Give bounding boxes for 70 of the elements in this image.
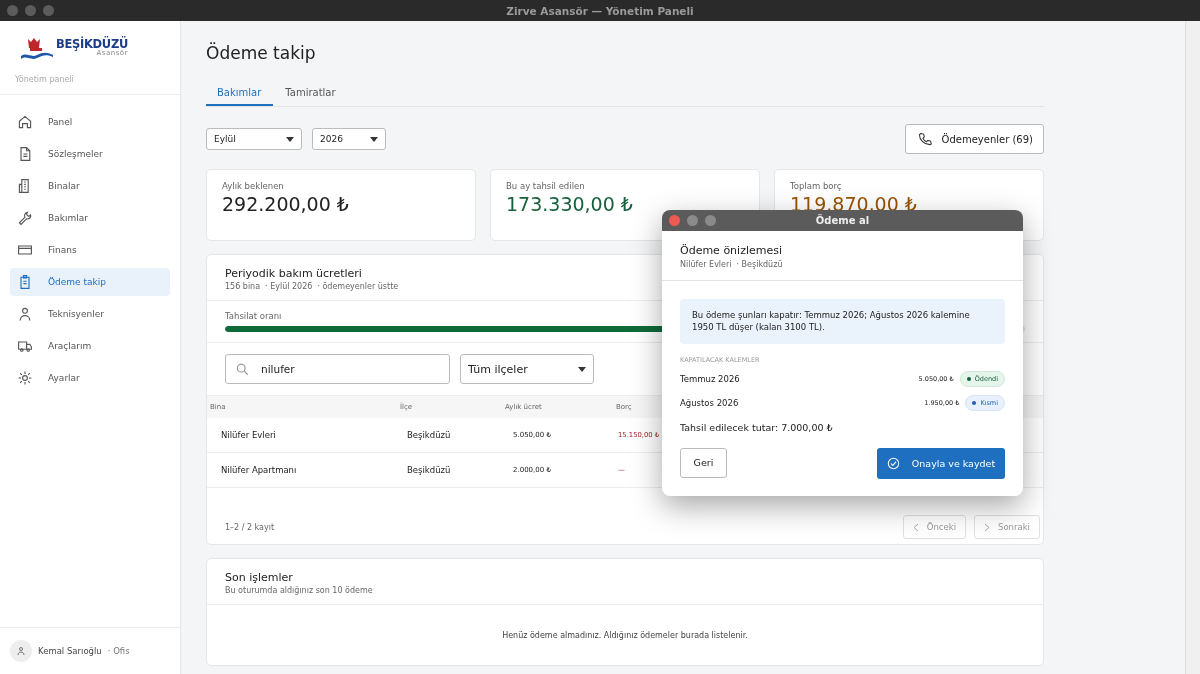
user-name: Kemal Sarıoğlu — [38, 646, 102, 656]
card-icon — [17, 242, 33, 258]
window-control[interactable] — [7, 5, 18, 16]
period-label: Ağustos 2026 — [680, 397, 740, 408]
stat-value: 173.330,00 ₺ — [506, 194, 633, 215]
nav-item[interactable]: Finans — [10, 236, 170, 264]
user-role: · Ofis — [107, 646, 130, 656]
nav-item[interactable]: Sözleşmeler — [10, 140, 170, 168]
unpaid-button[interactable]: Ödemeyenler (69) — [904, 124, 1044, 154]
table-cell: Beşikdüzü — [407, 430, 451, 440]
close-button[interactable] — [669, 215, 680, 226]
nav-item[interactable]: Panel — [10, 108, 170, 136]
meta-text: · ödemeyenler üstte — [317, 282, 399, 291]
document-icon — [17, 146, 33, 162]
table-cell: Beşikdüzü — [407, 465, 451, 475]
logo-text: BEŞİKDÜZÜ — [56, 38, 128, 51]
stat-label: Toplam borç — [790, 181, 842, 191]
period-label: Temmuz 2026 — [680, 373, 741, 384]
meta-text: Nilüfer Evleri — [680, 260, 732, 269]
empty-message: Henüz ödeme almadınız. Aldığınız ödemeler burada listelenir. — [502, 630, 748, 640]
nav-item[interactable]: Araçlarım — [10, 332, 170, 360]
back-button[interactable]: Geri — [680, 447, 727, 478]
info-notice: Bu ödeme şunları kapatır: Temmuz 2026; Ağustos 2026 kalemine 1950 TL düşer (kalan 3100 TL). — [680, 299, 1005, 344]
chevron-left-icon — [912, 522, 919, 532]
tab[interactable]: Tamiratlar — [274, 87, 348, 106]
wrench-icon — [17, 210, 33, 226]
chevron-right-icon — [984, 522, 990, 532]
total-amount: Tahsil edilecek tutar: 7.000,00 ₺ — [680, 421, 834, 433]
month-select[interactable]: Eylül — [206, 128, 302, 150]
search-field[interactable]: nilufer — [225, 354, 450, 384]
stat-value: 292.200,00 ₺ — [222, 194, 349, 215]
nav-item[interactable]: Ödeme takip — [10, 268, 170, 296]
progress-label: Tahsilat oranı — [225, 311, 282, 321]
window-control[interactable] — [687, 215, 698, 226]
check-circle-icon — [886, 456, 900, 470]
nav-item[interactable]: Binalar — [10, 172, 170, 200]
window-control[interactable] — [705, 215, 716, 226]
dialog-heading: Ödeme önizlemesi — [680, 244, 782, 257]
window-title: Zirve Asansör — Yönetim Paneli — [506, 4, 694, 17]
stat-label: Aylık beklenen — [222, 181, 284, 191]
district-select[interactable]: Tüm ilçeler — [460, 354, 594, 384]
table-cell: Nilüfer Evleri — [221, 430, 276, 440]
clipboard-icon — [17, 274, 33, 290]
stat-label: Bu ay tahsil edilen — [506, 181, 585, 191]
phone-icon — [917, 132, 932, 146]
scrollbar[interactable] — [1185, 21, 1200, 674]
nav-item[interactable]: Ayarlar — [10, 364, 170, 392]
tab[interactable]: Bakımlar — [206, 87, 274, 106]
record-count: 1–2 / 2 kayıt — [225, 522, 275, 532]
truck-icon — [17, 338, 33, 354]
avatar-icon — [10, 640, 32, 662]
card-title: Son işlemler — [225, 571, 293, 584]
person-icon — [17, 306, 33, 322]
meta-text: 156 bina — [225, 282, 261, 291]
nav-item[interactable]: Teknisyenler — [10, 300, 170, 328]
window-control[interactable] — [25, 5, 36, 16]
confirm-button[interactable]: Onayla ve kaydet — [877, 447, 1005, 479]
card-title: Periyodik bakım ücretleri — [225, 267, 362, 280]
year-select[interactable]: 2026 — [312, 128, 386, 150]
meta-text: · Eylül 2026 — [265, 282, 313, 291]
page-title: Ödeme takip — [206, 43, 317, 65]
dialog-title: Ödeme al — [815, 215, 870, 226]
sidebar-caption: Yönetim paneli — [0, 63, 180, 95]
card-subtitle: Bu oturumda aldığınız son 10 ödeme — [225, 586, 373, 595]
home-icon — [17, 114, 33, 130]
window-control[interactable] — [43, 5, 54, 16]
table-cell: Nilüfer Apartmanı — [221, 465, 297, 475]
search-icon — [236, 362, 249, 376]
nav-item[interactable]: Bakımlar — [10, 204, 170, 232]
meta-text: · Beşikdüzü — [736, 260, 783, 269]
